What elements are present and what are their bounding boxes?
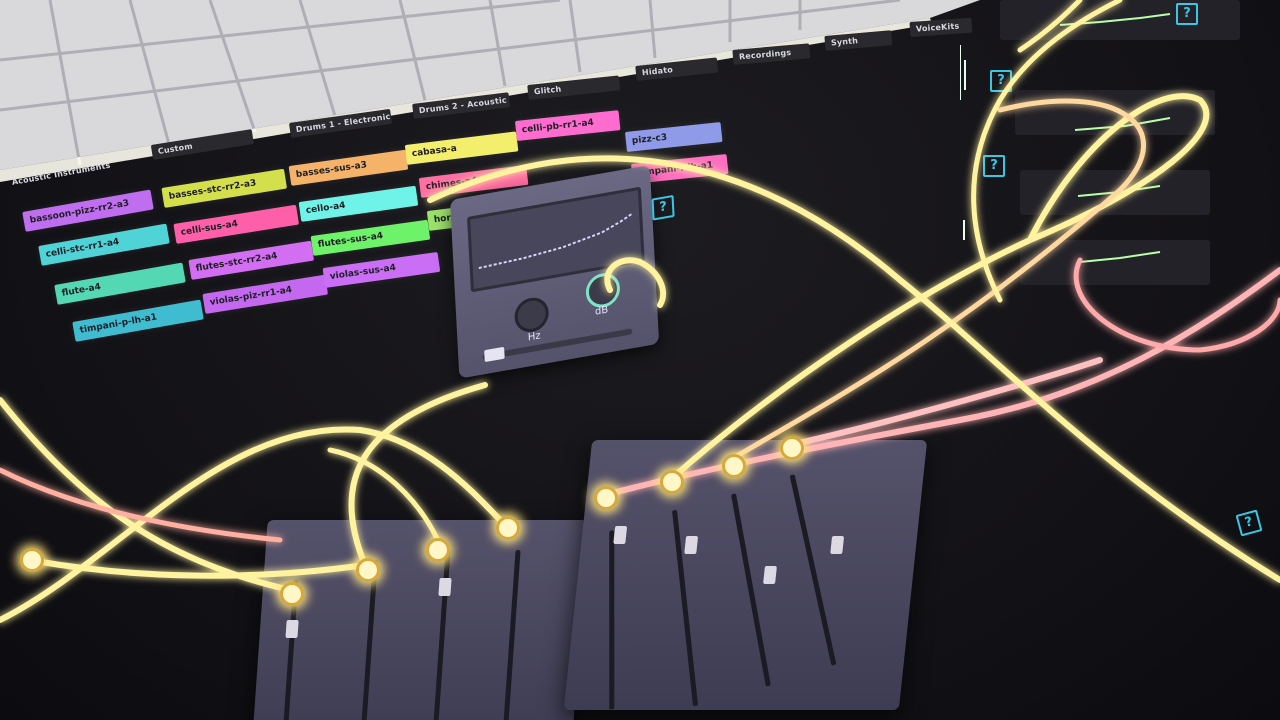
cable-jack[interactable] — [20, 548, 44, 572]
mixer-left — [252, 520, 588, 720]
filter-body: Hz dB — [450, 165, 660, 379]
fader-track — [730, 493, 771, 687]
cable-jack[interactable] — [660, 470, 684, 494]
fader-handle[interactable] — [613, 526, 628, 544]
cable-jack[interactable] — [594, 486, 618, 510]
mixer-right — [563, 440, 928, 710]
filter-module[interactable]: Hz dB ? — [450, 163, 675, 408]
cable-jack[interactable] — [722, 454, 746, 478]
fader-track — [502, 550, 521, 720]
oscilloscope-graphics — [939, 0, 1240, 285]
filter-slider-handle[interactable] — [484, 346, 505, 363]
filter-curve — [478, 212, 634, 270]
cable-jack[interactable] — [496, 516, 520, 540]
fader-track — [360, 560, 378, 720]
fader-handle[interactable] — [285, 620, 299, 638]
cable-jack[interactable] — [280, 582, 304, 606]
frequency-label: Hz — [527, 330, 541, 344]
help-icon[interactable]: ? — [990, 70, 1012, 92]
help-icon[interactable]: ? — [1176, 3, 1198, 25]
cable-jack[interactable] — [426, 538, 450, 562]
filter-slider-track — [482, 328, 633, 361]
filter-display — [467, 186, 645, 293]
fader-track — [609, 530, 615, 710]
help-icon[interactable]: ? — [651, 194, 675, 221]
gain-label: dB — [594, 304, 609, 318]
fader-handle[interactable] — [684, 536, 699, 554]
frequency-knob[interactable] — [513, 295, 550, 335]
fader-handle[interactable] — [438, 578, 452, 596]
cable-jack[interactable] — [780, 436, 804, 460]
fader-handle[interactable] — [763, 566, 777, 584]
fader-track — [432, 550, 451, 720]
cable-jack[interactable] — [356, 558, 380, 582]
oscilloscope-rack — [939, 0, 1280, 300]
vr-scene: Acoustic Instruments Custom Drums 1 - El… — [0, 0, 1280, 720]
fader-handle[interactable] — [830, 536, 845, 554]
help-icon[interactable]: ? — [983, 155, 1005, 177]
fader-track — [789, 474, 837, 666]
